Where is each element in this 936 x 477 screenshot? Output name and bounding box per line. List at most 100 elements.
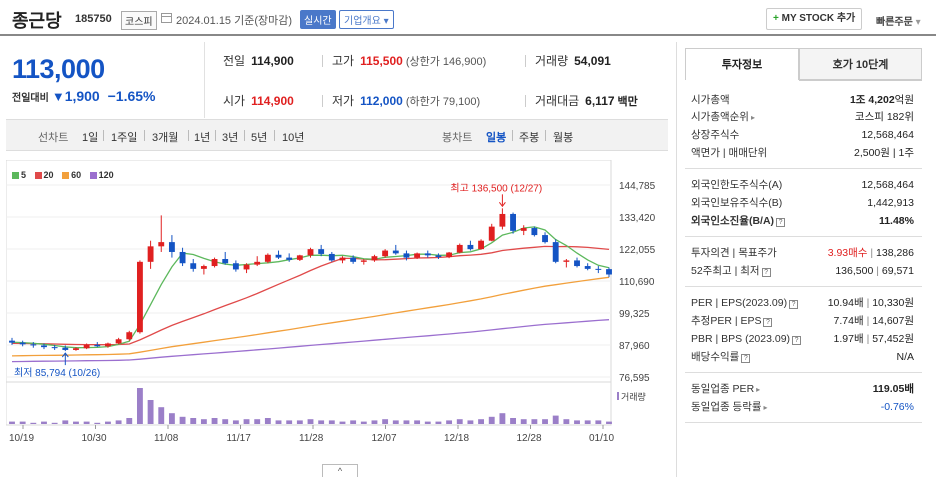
candle-body bbox=[371, 256, 378, 261]
row-est-per: 추정PER | EPS? 7.74배 | 14,607원 bbox=[691, 315, 914, 327]
period-10y[interactable]: 10년 bbox=[282, 129, 304, 145]
volume-bar bbox=[296, 420, 303, 424]
chevron-down-icon: ▾ bbox=[383, 16, 389, 27]
help-icon: ? bbox=[792, 336, 802, 345]
candle-body bbox=[520, 228, 527, 231]
volume-bar bbox=[488, 416, 495, 424]
quick-order-button[interactable]: 빠른주문 ▾ bbox=[876, 13, 921, 28]
period-3y[interactable]: 3년 bbox=[222, 129, 238, 145]
y-tick-label: 110,690 bbox=[619, 277, 655, 288]
stock-name: 종근당 bbox=[12, 11, 62, 31]
candle-body bbox=[478, 240, 485, 250]
collapse-toggle[interactable]: ^ bbox=[322, 464, 358, 477]
row-industry-per[interactable]: 동일업종 PER ▸ 119.05배 bbox=[691, 381, 914, 397]
plus-icon: + bbox=[773, 13, 779, 24]
change-label: 전일대비 bbox=[12, 93, 49, 104]
volume-bar bbox=[414, 420, 421, 424]
period-1y[interactable]: 1년 bbox=[194, 129, 210, 145]
candle-body bbox=[510, 213, 516, 231]
realtime-button[interactable]: 실시간 bbox=[300, 10, 336, 29]
y-tick-label: 99,325 bbox=[619, 309, 650, 320]
y-tick-label: 87,960 bbox=[619, 341, 650, 352]
chevron-down-icon: ▾ bbox=[915, 17, 921, 28]
period-daily[interactable]: 일봉 bbox=[486, 129, 506, 145]
price-date: 2024.01.15 기준(장마감) bbox=[176, 15, 293, 27]
row-industry-rate[interactable]: 동일업종 등락률 ▸ -0.76% bbox=[691, 399, 914, 415]
candle-body bbox=[190, 263, 197, 269]
row-per-eps: PER | EPS(2023.09)? 10.94배 | 10,330원 bbox=[691, 297, 914, 309]
volume-bar bbox=[190, 418, 197, 424]
volume-bar bbox=[179, 416, 186, 424]
stock-code: 185750 bbox=[75, 13, 112, 25]
company-overview-dropdown[interactable]: 기업개요 ▾ bbox=[339, 10, 394, 29]
candle-body bbox=[424, 253, 431, 256]
stock-header: 종근당 185750 코스피 2024.01.15 기준(장마감) 실시간 기업… bbox=[0, 0, 936, 36]
chevron-right-icon: ▸ bbox=[756, 385, 761, 394]
row-opinion: 투자의견 | 목표주가 3.93매수 | 138,286 bbox=[691, 247, 914, 259]
candle-body bbox=[94, 344, 101, 347]
tab-order-book[interactable]: 호가 10단계 bbox=[799, 48, 922, 80]
down-triangle-icon: ▼ bbox=[51, 89, 65, 104]
volume-bar bbox=[232, 420, 239, 424]
min-price-label: 최저 85,794 (10/26) bbox=[14, 367, 100, 379]
volume-bar bbox=[584, 420, 591, 424]
candle-body bbox=[382, 250, 389, 257]
candle-body bbox=[339, 257, 346, 261]
period-1w[interactable]: 1주일 bbox=[111, 129, 137, 145]
candle-body bbox=[211, 259, 218, 267]
volume-bar bbox=[168, 413, 175, 424]
ma20-line bbox=[11, 245, 610, 346]
candle-body bbox=[158, 242, 165, 247]
period-monthly[interactable]: 월봉 bbox=[553, 129, 573, 145]
candle-body bbox=[51, 347, 58, 349]
candle-body bbox=[105, 343, 111, 347]
volume-bar bbox=[520, 419, 527, 424]
period-5y[interactable]: 5년 bbox=[251, 129, 267, 145]
volume-bar bbox=[382, 419, 389, 424]
change-amount: 1,900 bbox=[64, 88, 100, 104]
candle-body bbox=[83, 344, 90, 349]
volume-bar bbox=[19, 421, 26, 424]
volume-legend-swatch bbox=[617, 392, 619, 400]
candle-body bbox=[41, 345, 47, 348]
volume-bar bbox=[467, 420, 474, 424]
candle-body bbox=[243, 264, 250, 270]
candle-body bbox=[73, 348, 79, 350]
candle-body bbox=[414, 253, 421, 258]
candle-body bbox=[30, 344, 37, 346]
row-dividend: 배당수익률? N/A bbox=[691, 351, 914, 363]
period-1d[interactable]: 1일 bbox=[82, 129, 98, 145]
x-tick-label: 12/07 bbox=[372, 433, 397, 444]
row-foreign-ratio: 외국인소진율(B/A)? 11.48% bbox=[691, 215, 914, 227]
stat-low: 저가 112,000 (하한가 79,100) bbox=[332, 94, 481, 108]
candle-body bbox=[168, 242, 175, 252]
volume-bar bbox=[41, 421, 47, 424]
stock-chart[interactable]: 5 20 60 120 144,785 133,420 122,055 110,690… bbox=[6, 160, 668, 460]
row-shares: 상장주식수 12,568,464 bbox=[691, 129, 914, 141]
period-weekly[interactable]: 주봉 bbox=[519, 129, 539, 145]
candle-body bbox=[286, 257, 293, 260]
quick-order-label: 빠른주문 bbox=[876, 17, 913, 28]
price-box: 113,000 전일대비 ▼1,900 −1.65% bbox=[6, 42, 202, 118]
add-mystock-button[interactable]: + MY STOCK 추가 bbox=[766, 8, 863, 30]
price-change: 전일대비 ▼1,900 −1.65% bbox=[12, 88, 156, 104]
x-tick-label: 12/28 bbox=[517, 433, 542, 444]
volume-bar bbox=[392, 420, 399, 424]
candle-body bbox=[574, 260, 580, 267]
candle-body bbox=[19, 342, 26, 345]
volume-bar bbox=[435, 421, 442, 424]
company-overview-label: 기업개요 bbox=[344, 16, 381, 27]
chevron-right-icon: ▸ bbox=[750, 113, 755, 122]
tab-investment-info[interactable]: 투자정보 bbox=[685, 48, 799, 80]
volume-bar bbox=[499, 413, 506, 424]
row-cap-rank[interactable]: 시가총액순위 ▸ 코스피 182위 bbox=[691, 109, 914, 125]
candle-body bbox=[488, 226, 495, 241]
volume-bar bbox=[83, 421, 90, 424]
line-chart-label: 선차트 bbox=[38, 132, 69, 144]
max-price-label: 최고 136,500 (12/27) bbox=[450, 182, 542, 194]
stat-volume: 거래량 54,091 bbox=[535, 54, 611, 68]
volume-bar bbox=[606, 421, 612, 424]
candle-body bbox=[264, 254, 271, 262]
volume-bar bbox=[307, 419, 314, 424]
period-3m[interactable]: 3개월 bbox=[152, 129, 178, 145]
